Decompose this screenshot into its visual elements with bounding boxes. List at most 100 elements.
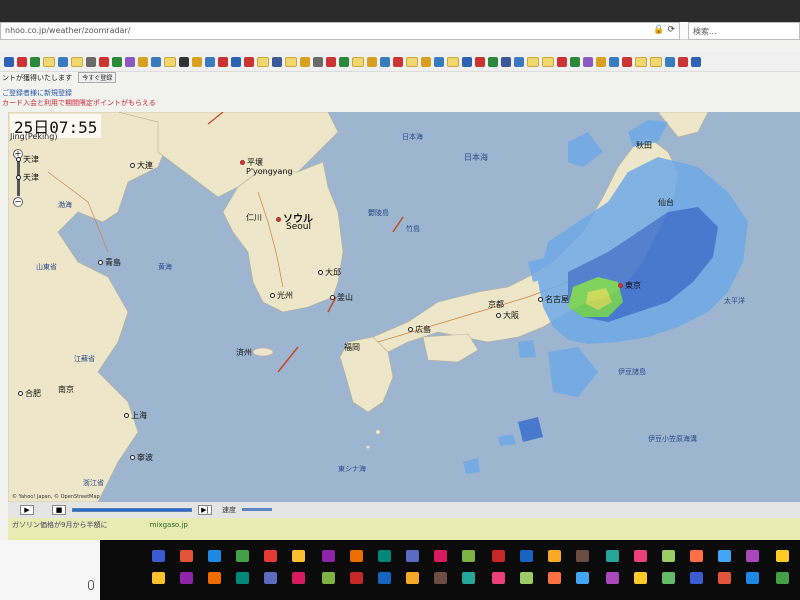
bookmark-icon[interactable] <box>231 56 241 67</box>
bookmark-icon[interactable] <box>514 56 524 67</box>
bookmark-icon[interactable] <box>583 56 593 67</box>
bookmark-folder-icon[interactable] <box>527 56 539 67</box>
taskbar-app-icon[interactable] <box>634 550 647 562</box>
taskbar-app-icon[interactable] <box>606 550 619 562</box>
taskbar-app-icon[interactable] <box>662 572 675 584</box>
taskbar-app-icon[interactable] <box>406 550 419 562</box>
bookmark-icon[interactable] <box>313 56 323 67</box>
bookmark-icon[interactable] <box>596 56 606 67</box>
taskbar-app-icon[interactable] <box>492 572 505 584</box>
taskbar-app-icon[interactable] <box>520 572 533 584</box>
ad-link[interactable]: mixgaso.jp <box>150 521 188 529</box>
taskbar-app-icon[interactable] <box>292 550 305 562</box>
city-sendai[interactable]: 仙台 <box>658 197 674 208</box>
bookmark-icon[interactable] <box>179 56 189 67</box>
bookmark-icon[interactable] <box>665 56 675 67</box>
city-dalian[interactable]: 大連 <box>130 160 153 171</box>
taskbar-app-icon[interactable] <box>462 572 475 584</box>
bookmark-folder-icon[interactable] <box>71 56 83 67</box>
bookmark-icon[interactable] <box>475 56 485 67</box>
bookmark-icon[interactable] <box>218 56 228 67</box>
taskbar-app-icon[interactable] <box>292 572 305 584</box>
taskbar-app-icon[interactable] <box>576 550 589 562</box>
bookmark-icon[interactable] <box>4 56 14 67</box>
bookmark-icon[interactable] <box>244 56 254 67</box>
bookmark-folder-icon[interactable] <box>447 56 459 67</box>
bookmark-icon[interactable] <box>678 56 688 67</box>
bookmark-icon[interactable] <box>99 56 109 67</box>
bookmark-icon[interactable] <box>380 56 390 67</box>
url-field[interactable]: nhoo.co.jp/weather/zoomradar/ 🔒 ⟳ <box>0 22 680 40</box>
taskbar-app-icon[interactable] <box>576 572 589 584</box>
bookmark-folder-icon[interactable] <box>635 56 647 67</box>
promo-link-2[interactable]: カード入会と利用で期間限定ポイントがもらえる <box>2 98 800 108</box>
taskbar-app-icon[interactable] <box>690 572 703 584</box>
bookmark-icon[interactable] <box>272 56 282 67</box>
bookmark-folder-icon[interactable] <box>164 56 176 67</box>
city-nagoya[interactable]: 名古屋 <box>538 294 569 305</box>
taskbar-app-icon[interactable] <box>152 550 165 562</box>
taskbar-app-icon[interactable] <box>548 550 561 562</box>
city-tokyo[interactable]: 東京 <box>618 280 641 291</box>
city-incheon[interactable]: 仁川 <box>246 212 262 223</box>
bookmark-icon[interactable] <box>421 56 431 67</box>
bookmark-icon[interactable] <box>125 56 135 67</box>
city-hefei[interactable]: 合肥 <box>18 388 41 399</box>
taskbar-app-icon[interactable] <box>236 572 249 584</box>
city-jeju[interactable]: 済州 <box>236 347 252 358</box>
taskbar-app-icon[interactable] <box>718 550 731 562</box>
bookmark-folder-icon[interactable] <box>542 56 554 67</box>
taskbar-app-icon[interactable] <box>180 572 193 584</box>
search-input[interactable]: 検索... <box>688 22 800 40</box>
stop-button[interactable]: ■ <box>52 505 66 515</box>
zoom-out-button[interactable]: − <box>13 197 23 207</box>
bookmark-icon[interactable] <box>367 56 377 67</box>
taskbar-app-icon[interactable] <box>634 572 647 584</box>
bookmark-icon[interactable] <box>112 56 122 67</box>
taskbar-app-icon[interactable] <box>322 550 335 562</box>
taskbar-app-icon[interactable] <box>662 550 675 562</box>
taskbar-app-icon[interactable] <box>746 572 759 584</box>
taskbar-app-icon[interactable] <box>208 572 221 584</box>
weather-radar-map[interactable]: 25日07:55 Jing(Peking) + − 大連 平壌 P'yongya… <box>8 112 800 502</box>
taskbar-app-icon[interactable] <box>378 550 391 562</box>
taskbar-app-icon[interactable] <box>350 572 363 584</box>
taskbar-app-icon[interactable] <box>434 572 447 584</box>
bookmark-folder-icon[interactable] <box>406 56 418 67</box>
bookmark-icon[interactable] <box>205 56 215 67</box>
taskbar-app-icon[interactable] <box>208 550 221 562</box>
taskbar-app-icon[interactable] <box>520 550 533 562</box>
bookmark-icon[interactable] <box>691 56 701 67</box>
taskbar-app-icon[interactable] <box>434 550 447 562</box>
bookmark-folder-icon[interactable] <box>352 56 364 67</box>
taskbar-app-icon[interactable] <box>378 572 391 584</box>
city-qingdao[interactable]: 青島 <box>98 257 121 268</box>
bookmark-icon[interactable] <box>339 56 349 67</box>
city-osaka[interactable]: 大阪 <box>496 310 519 321</box>
taskbar-app-icon[interactable] <box>776 572 789 584</box>
register-button[interactable]: 今すぐ登録 <box>78 72 117 83</box>
bookmark-folder-icon[interactable] <box>285 56 297 67</box>
taskbar-app-icon[interactable] <box>350 550 363 562</box>
microphone-icon[interactable] <box>88 580 94 590</box>
bookmark-icon[interactable] <box>86 56 96 67</box>
bookmark-icon[interactable] <box>434 56 444 67</box>
city-shanghai[interactable]: 上海 <box>124 410 147 421</box>
city-kyoto[interactable]: 京都 <box>488 299 504 310</box>
taskbar-app-icon[interactable] <box>406 572 419 584</box>
bookmark-icon[interactable] <box>151 56 161 67</box>
bookmark-icon[interactable] <box>462 56 472 67</box>
bookmark-icon[interactable] <box>300 56 310 67</box>
bookmark-folder-icon[interactable] <box>43 56 55 67</box>
bookmark-icon[interactable] <box>570 56 580 67</box>
taskbar-app-icon[interactable] <box>690 550 703 562</box>
city-ningbo[interactable]: 寧波 <box>130 452 153 463</box>
bookmark-icon[interactable] <box>609 56 619 67</box>
taskbar-app-icon[interactable] <box>718 572 731 584</box>
city-nanjing[interactable]: 南京 <box>58 384 74 395</box>
taskbar-app-icon[interactable] <box>776 550 789 562</box>
bookmark-icon[interactable] <box>488 56 498 67</box>
taskbar-app-icon[interactable] <box>236 550 249 562</box>
bookmark-folder-icon[interactable] <box>650 56 662 67</box>
city-fukuoka[interactable]: 福岡 <box>344 342 360 353</box>
